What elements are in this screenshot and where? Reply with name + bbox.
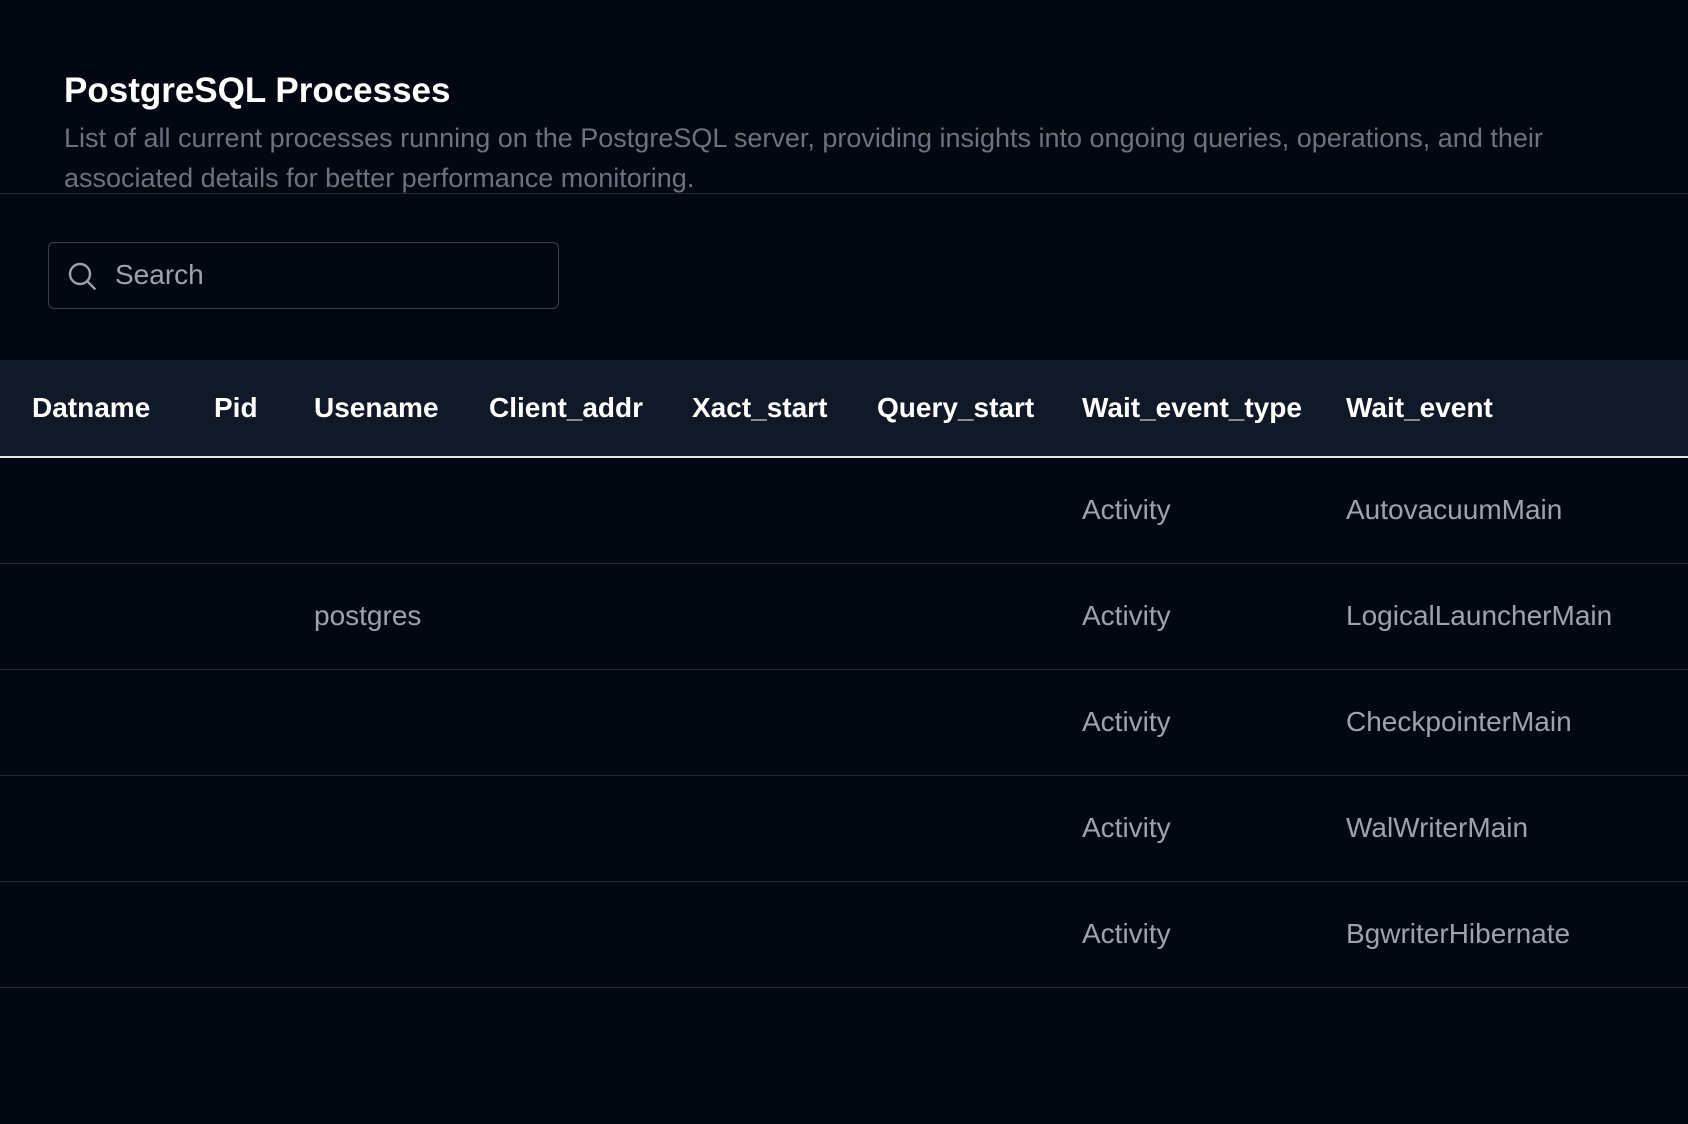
search-icon: [68, 262, 96, 290]
cell-wait-event: WalWriterMain: [1346, 812, 1529, 843]
page-title: PostgreSQL Processes: [64, 71, 451, 110]
page-description: List of all current processes running on…: [64, 123, 1543, 193]
processes-page: PostgreSQL Processes List of all current…: [0, 0, 1688, 1124]
cell-pid: [214, 775, 314, 881]
cell-datname: [0, 775, 214, 881]
column-header-wait-event-type[interactable]: Wait_event_type: [1082, 360, 1346, 457]
cell-wait-event: BgwriterHibernate: [1346, 918, 1571, 949]
page-header: PostgreSQL Processes List of all current…: [0, 0, 1688, 194]
table-row[interactable]: Activity CheckpointerMain: [0, 669, 1688, 775]
cell-wait-event-type: Activity: [1082, 494, 1171, 526]
cell-query-start: [877, 457, 1082, 563]
cell-pid: [214, 457, 314, 563]
cell-datname: [0, 669, 214, 775]
cell-client-addr: [489, 457, 692, 563]
cell-query-start: [877, 881, 1082, 987]
cell-wait-event-type: Activity: [1082, 600, 1171, 631]
cell-usename: [314, 881, 489, 987]
cell-usename: [314, 775, 489, 881]
cell-query-start: [877, 563, 1082, 669]
column-header-wait-event[interactable]: Wait_event: [1346, 360, 1688, 457]
table-row[interactable]: Activity BgwriterHibernate: [0, 881, 1688, 987]
cell-client-addr: [489, 669, 692, 775]
cell-wait-event-type: Activity: [1082, 706, 1171, 737]
cell-client-addr: [489, 563, 692, 669]
cell-pid: [214, 563, 314, 669]
cell-xact-start: [692, 775, 877, 881]
table-toolbar: [0, 194, 1688, 360]
cell-datname: [0, 563, 214, 669]
column-header-query-start[interactable]: Query_start: [877, 360, 1082, 457]
cell-wait-event-type: Activity: [1082, 918, 1171, 949]
cell-usename: postgres: [314, 600, 422, 631]
processes-table: Datname Pid Usename Client_addr Xact_sta…: [0, 360, 1688, 988]
cell-wait-event: AutovacuumMain: [1346, 494, 1563, 526]
table-row[interactable]: postgres Activity LogicalLauncherMain: [0, 563, 1688, 669]
column-header-usename[interactable]: Usename: [314, 360, 489, 457]
column-header-client-addr[interactable]: Client_addr: [489, 360, 692, 457]
cell-pid: [214, 881, 314, 987]
column-header-xact-start[interactable]: Xact_start: [692, 360, 877, 457]
search-input[interactable]: [115, 243, 545, 307]
cell-datname: [0, 881, 214, 987]
cell-xact-start: [692, 457, 877, 563]
cell-query-start: [877, 775, 1082, 881]
cell-xact-start: [692, 669, 877, 775]
cell-client-addr: [489, 881, 692, 987]
column-header-datname[interactable]: Datname: [0, 360, 214, 457]
column-header-pid[interactable]: Pid: [214, 360, 314, 457]
cell-xact-start: [692, 881, 877, 987]
table-row[interactable]: Activity AutovacuumMain: [0, 457, 1688, 563]
table-row[interactable]: Activity WalWriterMain: [0, 775, 1688, 881]
cell-wait-event: CheckpointerMain: [1346, 706, 1572, 737]
table-header-row: Datname Pid Usename Client_addr Xact_sta…: [0, 360, 1688, 457]
cell-query-start: [877, 669, 1082, 775]
cell-xact-start: [692, 563, 877, 669]
cell-pid: [214, 669, 314, 775]
search-box[interactable]: [48, 242, 559, 309]
cell-usename: [314, 457, 489, 563]
cell-wait-event-type: Activity: [1082, 812, 1171, 843]
cell-usename: [314, 669, 489, 775]
cell-wait-event: LogicalLauncherMain: [1346, 600, 1613, 631]
cell-client-addr: [489, 775, 692, 881]
cell-datname: [0, 457, 214, 563]
